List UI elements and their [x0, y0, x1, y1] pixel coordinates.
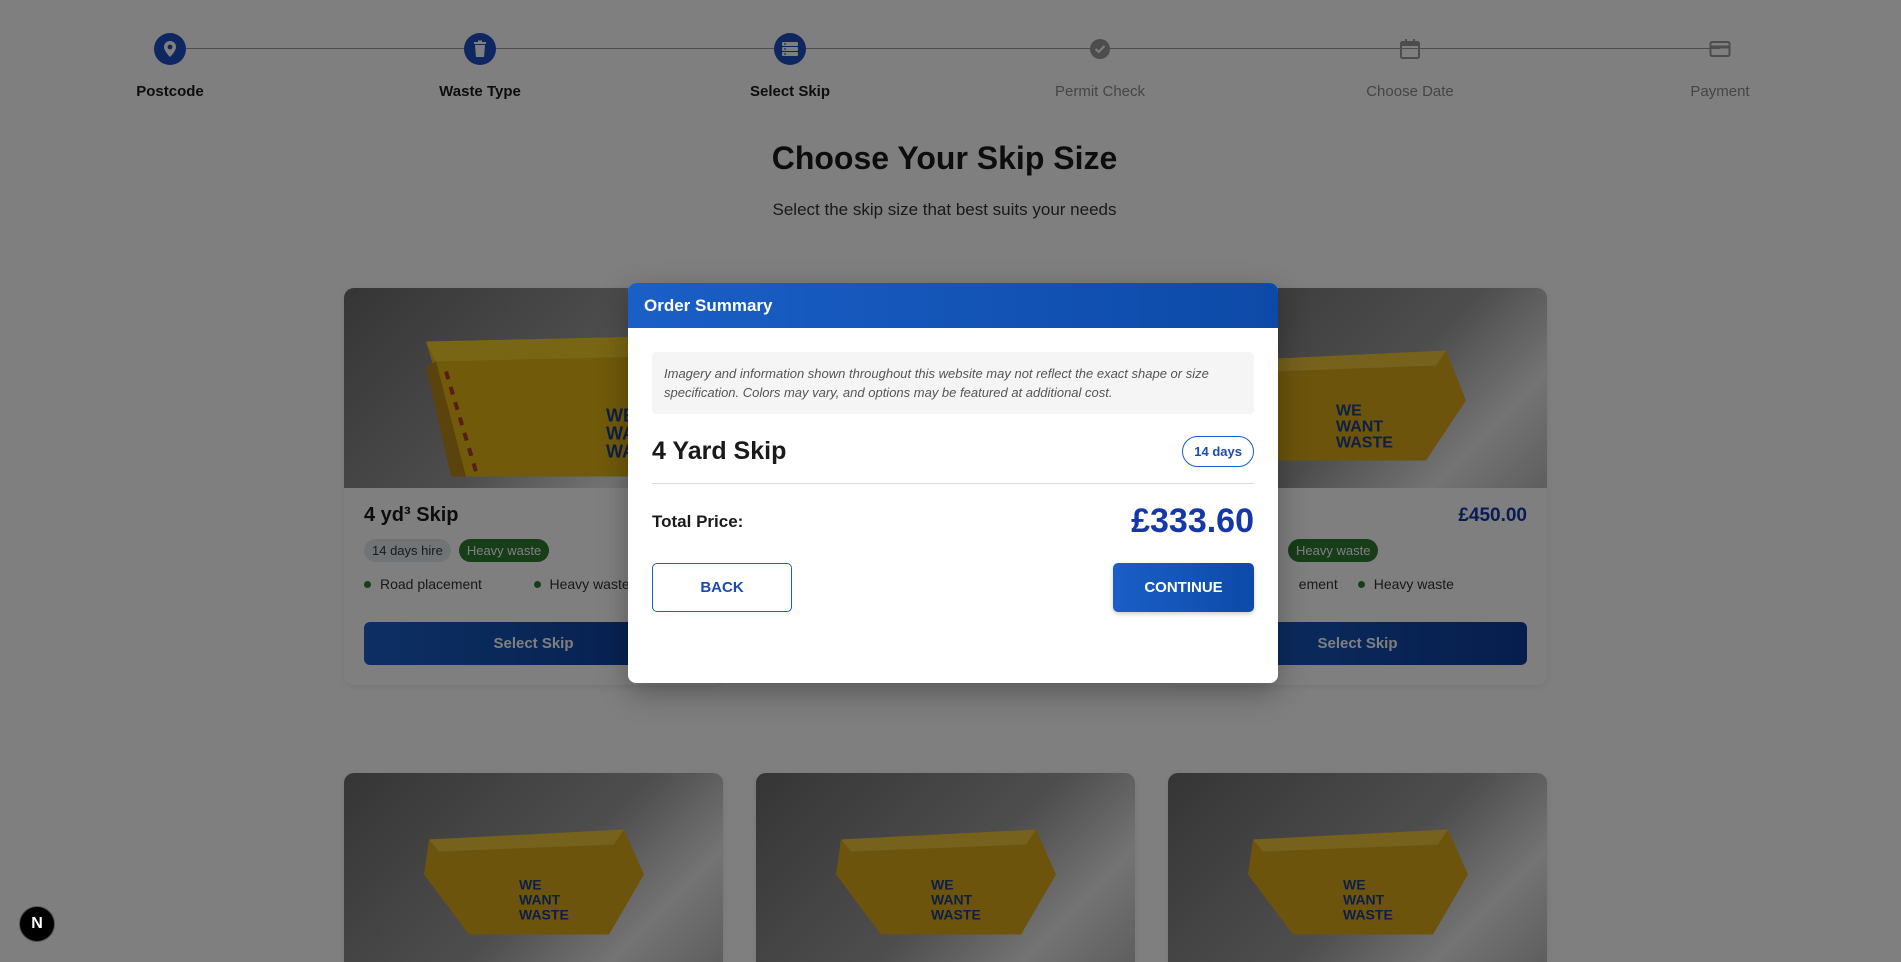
- nextjs-dev-badge[interactable]: N: [19, 906, 55, 942]
- skip-name: 4 Yard Skip: [652, 437, 787, 465]
- order-summary-modal: Order Summary Imagery and information sh…: [628, 283, 1278, 683]
- total-price: £333.60: [1131, 502, 1254, 540]
- duration-badge: 14 days: [1182, 436, 1254, 467]
- disclaimer-text: Imagery and information shown throughout…: [652, 352, 1254, 414]
- total-label: Total Price:: [652, 511, 744, 531]
- continue-button[interactable]: CONTINUE: [1113, 563, 1254, 612]
- back-button[interactable]: BACK: [652, 563, 792, 612]
- modal-title: Order Summary: [628, 283, 1278, 328]
